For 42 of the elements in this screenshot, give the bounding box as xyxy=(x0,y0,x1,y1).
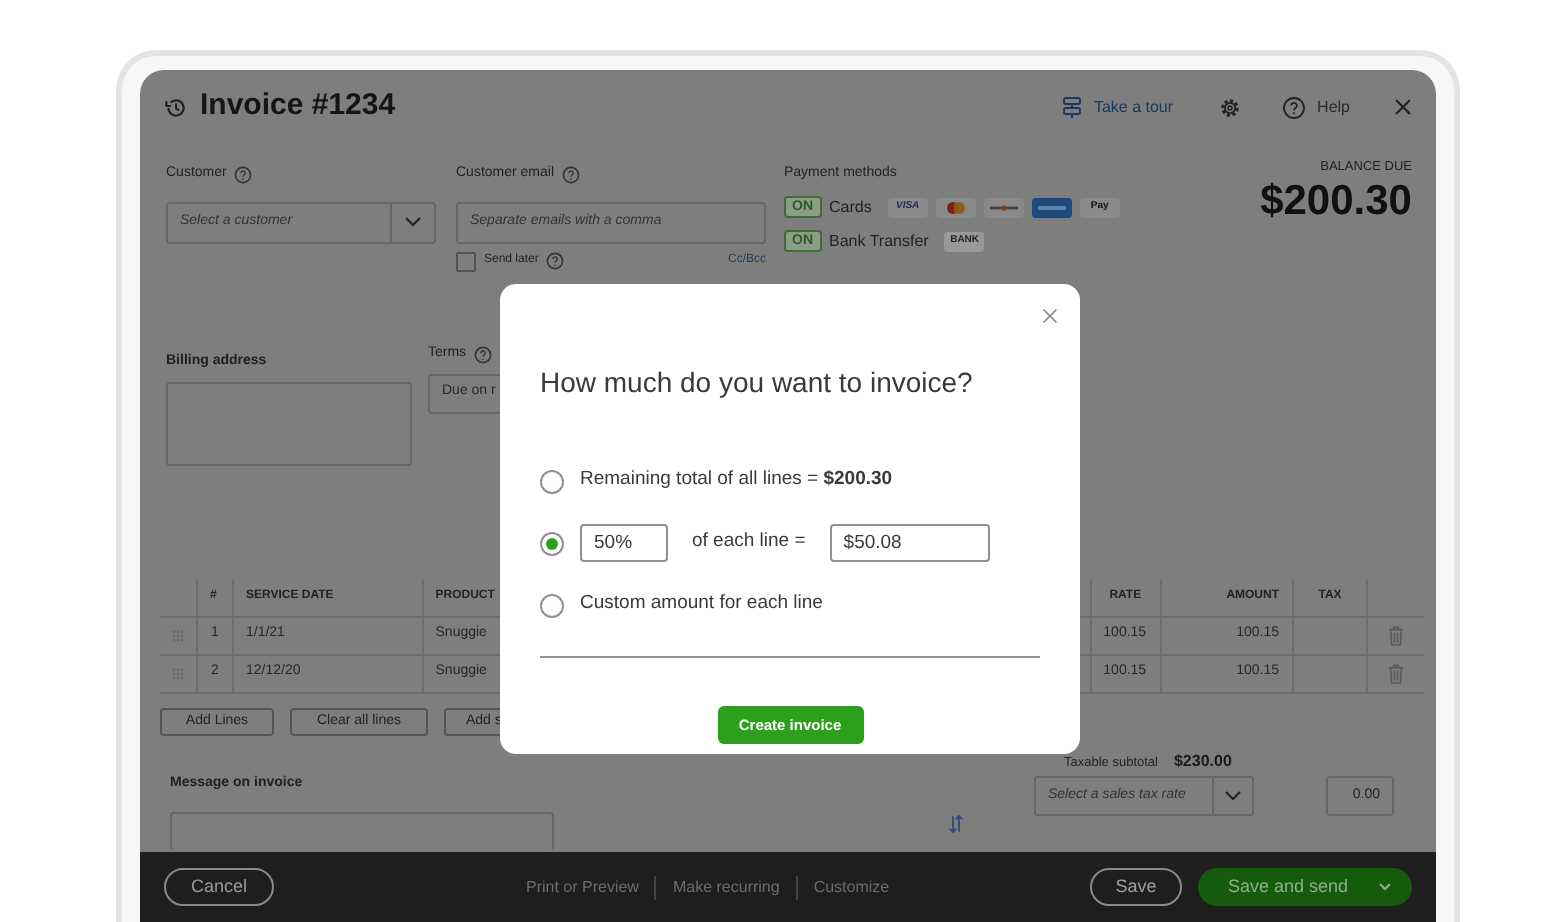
payment-method-label: Bank Transfer xyxy=(829,229,929,253)
radio-button[interactable] xyxy=(540,531,564,555)
balance-due-amount: $200.30 xyxy=(1260,177,1412,226)
history-icon[interactable] xyxy=(164,95,188,119)
help-icon[interactable] xyxy=(234,165,253,184)
footer-link[interactable]: Customize xyxy=(795,875,906,899)
footer-link[interactable]: Make recurring xyxy=(654,875,796,899)
radio-button[interactable] xyxy=(540,469,564,493)
close-icon[interactable] xyxy=(1394,98,1412,116)
signpost-icon[interactable] xyxy=(1061,96,1082,118)
settings-icon[interactable] xyxy=(1217,95,1242,119)
mastercard-logo xyxy=(935,197,976,217)
percent-field[interactable]: 50% xyxy=(580,524,668,562)
option-label: of each line = xyxy=(692,528,806,557)
footer-link[interactable]: Print or Preview xyxy=(510,875,655,899)
save-and-send-button[interactable]: Save and send xyxy=(1198,868,1412,906)
message-field[interactable] xyxy=(170,811,554,849)
trash-icon[interactable] xyxy=(1388,663,1405,683)
trash-icon[interactable] xyxy=(1388,625,1405,645)
amount-field[interactable]: $50.08 xyxy=(829,524,990,562)
take-a-tour-link[interactable]: Take a tour xyxy=(1093,95,1174,119)
help-icon[interactable] xyxy=(1281,95,1306,119)
help-icon[interactable] xyxy=(562,165,581,184)
checkbox[interactable] xyxy=(456,251,476,271)
close-icon[interactable] xyxy=(1042,308,1058,324)
payment-method-label: Cards xyxy=(829,195,872,219)
help-link[interactable]: Help xyxy=(1317,95,1350,119)
option-label: Custom amount for each line xyxy=(580,590,823,619)
chevron-down-icon[interactable] xyxy=(1378,882,1392,892)
sort-icon[interactable] xyxy=(948,814,964,834)
help-icon[interactable] xyxy=(546,252,565,270)
cancel-button[interactable]: Cancel xyxy=(164,868,274,906)
save-button[interactable]: Save xyxy=(1090,868,1182,906)
subtotal-amount: $230.00 xyxy=(1173,750,1232,774)
billing-address-field[interactable] xyxy=(166,381,412,465)
chevron-down-icon[interactable] xyxy=(404,216,422,228)
chevron-down-icon[interactable] xyxy=(1224,790,1242,802)
radio-button[interactable] xyxy=(540,593,564,617)
dialog-title: How much do you want to invoice? xyxy=(540,364,975,402)
help-icon[interactable] xyxy=(474,345,493,364)
invoice-title: Invoice #1234 xyxy=(200,86,396,127)
option-label: Remaining total of all lines = $200.30 xyxy=(580,466,893,495)
